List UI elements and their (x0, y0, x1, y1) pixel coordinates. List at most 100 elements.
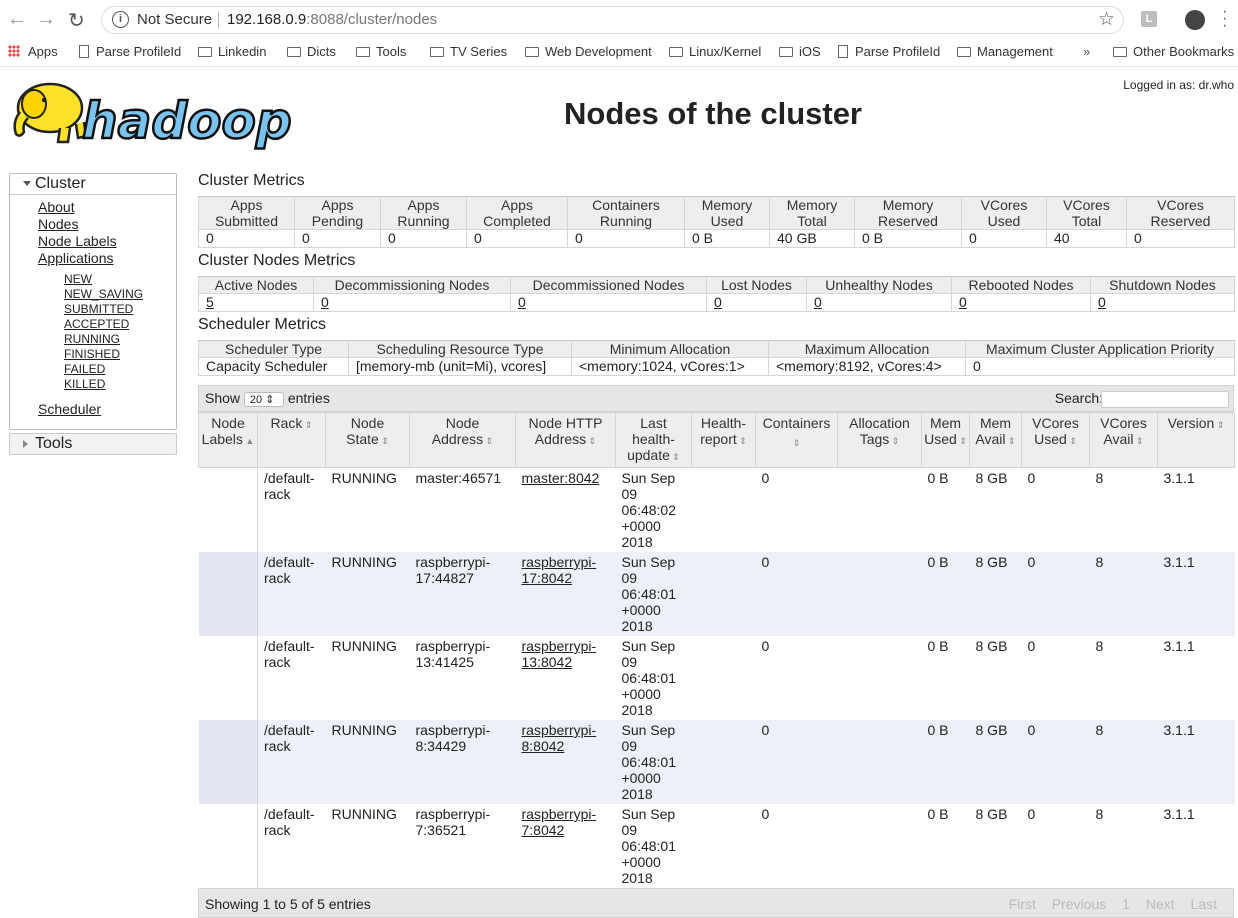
bookmark-item[interactable]: Management (957, 44, 1053, 59)
decommissioning-nodes-link[interactable]: 0 (321, 294, 329, 310)
back-arrow-icon[interactable]: ← (7, 8, 27, 31)
cell-rack: /default-rack (257, 552, 326, 636)
bookmark-item[interactable]: iOS (779, 44, 821, 59)
pager-last-button[interactable]: Last (1191, 896, 1217, 912)
rebooted-nodes-link[interactable]: 0 (959, 294, 967, 310)
node-http-link[interactable]: raspberrypi- 13:8042 (522, 638, 597, 670)
cell-vcores-avail: 8 (1095, 470, 1104, 486)
elephant-logo-icon: hadoop (13, 82, 293, 151)
sidebar-app-state-new-saving[interactable]: NEW_SAVING (64, 287, 143, 301)
node-http-link[interactable]: master:8042 (522, 470, 600, 486)
bookmark-item[interactable]: Dicts (287, 44, 336, 59)
sidebar-app-state-accepted[interactable]: ACCEPTED (64, 317, 129, 331)
bookmark-item[interactable]: Linkedin (198, 44, 266, 59)
bookmark-item[interactable]: TV Series (430, 44, 507, 59)
column-header: Scheduler Type (198, 340, 349, 358)
column-header-allocation-tags[interactable]: Allocation Tags ⇕ (837, 412, 922, 468)
pager-next-button[interactable]: Next (1146, 896, 1175, 912)
extension-icon[interactable]: L (1141, 11, 1157, 27)
column-header: Memory Reserved (854, 196, 962, 230)
sidebar-app-state-failed[interactable]: FAILED (64, 362, 105, 376)
metric-value: 0 (380, 229, 467, 248)
cell-mem-used: 0 B (921, 552, 970, 636)
profile-avatar[interactable] (1185, 10, 1205, 30)
table-row: Capacity Scheduler [memory-mb (unit=Mi),… (198, 357, 1235, 376)
bookmark-item[interactable]: Linux/Kernel (669, 44, 761, 59)
cell-rack: /default-rack (257, 720, 326, 804)
sidebar-app-state-finished[interactable]: FINISHED (64, 347, 120, 361)
sidebar-app-state-killed[interactable]: KILLED (64, 377, 105, 391)
column-header-containers[interactable]: Containers ⇕ (755, 412, 838, 468)
bookmark-item[interactable]: Parse ProfileId (838, 44, 940, 59)
unhealthy-nodes-link[interactable]: 0 (814, 294, 822, 310)
svg-text:hadoop: hadoop (82, 92, 292, 150)
column-header-mem-used[interactable]: Mem Used ⇕ (921, 412, 970, 468)
column-header-vcores-avail[interactable]: VCores Avail ⇕ (1089, 412, 1158, 468)
menu-dots-icon[interactable]: · · · (1222, 4, 1227, 34)
column-header: Maximum Cluster Application Priority (965, 340, 1235, 358)
column-header-node-state[interactable]: Node State ⇕ (325, 412, 410, 468)
node-http-link[interactable]: raspberrypi- 8:8042 (522, 722, 597, 754)
column-header-node-http-address[interactable]: Node HTTP Address ⇕ (515, 412, 616, 468)
bookmark-item[interactable]: Web Development (525, 44, 652, 59)
column-header-rack[interactable]: Rack ⇕ (257, 412, 326, 468)
cell-mem-used: 0 B (927, 806, 949, 822)
node-http-link[interactable]: raspberrypi- 17:8042 (522, 554, 597, 586)
cell-vcores-used: 0 (1021, 552, 1090, 636)
bookmark-other[interactable]: Other Bookmarks (1113, 44, 1234, 59)
search-input[interactable] (1101, 391, 1229, 408)
table-row: /default-rack RUNNING raspberrypi- 8:34429 r… (198, 720, 1235, 804)
column-header: Unhealthy Nodes (806, 276, 952, 294)
info-icon[interactable]: i (112, 11, 129, 28)
sidebar-item-node-labels[interactable]: Node Labels (38, 233, 117, 249)
column-header-node-address[interactable]: Node Address ⇕ (409, 412, 516, 468)
entries-select[interactable]: 20 ⇕ (243, 392, 284, 407)
sidebar-tools[interactable]: Tools (9, 433, 177, 455)
bookmark-item[interactable]: Parse ProfileId (79, 44, 181, 59)
sidebar-item-about[interactable]: About (38, 199, 75, 215)
bookmark-apps[interactable]: Apps (8, 44, 58, 59)
bookmarks-overflow-button[interactable]: » (1083, 44, 1090, 59)
column-header-node-labels[interactable]: Node Labels ▲ (198, 412, 258, 468)
sidebar-app-state-submitted[interactable]: SUBMITTED (64, 302, 133, 316)
sort-icon: ⇕ (736, 436, 747, 446)
table-footer: Showing 1 to 5 of 5 entries First Previo… (198, 888, 1234, 918)
sidebar-cluster-header[interactable]: Cluster (10, 174, 176, 195)
column-header-version[interactable]: Version ⇕ (1157, 412, 1235, 468)
sidebar-item-applications[interactable]: Applications (38, 250, 114, 266)
cell-node-http-address: raspberrypi- 13:8042 (516, 636, 616, 720)
column-header-mem-avail[interactable]: Mem Avail ⇕ (969, 412, 1022, 468)
url-text[interactable]: 192.168.0.9:8088/cluster/nodes (227, 11, 437, 28)
pager-first-button[interactable]: First (1009, 896, 1036, 912)
metric-value: 0 B (684, 229, 770, 248)
bookmark-star-icon[interactable]: ☆ (1098, 8, 1115, 31)
cell-rack: /default-rack (264, 638, 315, 670)
hadoop-logo[interactable]: hadoop (10, 78, 310, 155)
shutdown-nodes-link[interactable]: 0 (1098, 294, 1106, 310)
cell-containers: 0 (761, 806, 770, 822)
pager-page-1-button[interactable]: 1 (1122, 896, 1130, 912)
forward-arrow-icon[interactable]: → (36, 8, 56, 31)
pager-previous-button[interactable]: Previous (1052, 896, 1106, 912)
cell-node-state: RUNNING (331, 806, 397, 822)
sidebar-item-nodes[interactable]: Nodes (38, 216, 78, 232)
active-nodes-link[interactable]: 5 (206, 294, 214, 310)
metric-value: <memory:8192, vCores:4> (768, 357, 966, 376)
lost-nodes-link[interactable]: 0 (714, 294, 722, 310)
cell-health-report (692, 804, 756, 888)
metric-value: 40 GB (769, 229, 855, 248)
bookmark-item[interactable]: Tools (356, 44, 406, 59)
reload-icon[interactable]: ↻ (68, 8, 85, 33)
sort-icon: ⇕ (889, 436, 900, 446)
metric-value: 0 (198, 229, 295, 248)
sidebar-app-state-running[interactable]: RUNNING (64, 332, 120, 346)
decommissioned-nodes-link[interactable]: 0 (518, 294, 526, 310)
cell-last-health-update: Sun Sep 09 06:48:02 +0000 2018 (621, 470, 677, 550)
column-header-last-health-update[interactable]: Last health-update ⇕ (615, 412, 692, 468)
sidebar-app-state-new[interactable]: NEW (64, 272, 92, 286)
column-header-vcores-used[interactable]: VCores Used ⇕ (1021, 412, 1090, 468)
node-http-link[interactable]: raspberrypi- 7:8042 (522, 806, 597, 838)
address-bar[interactable]: i Not Secure 192.168.0.9:8088/cluster/no… (101, 6, 1124, 34)
sidebar-item-scheduler[interactable]: Scheduler (38, 401, 101, 417)
column-header-health-report[interactable]: Health-report ⇕ (691, 412, 756, 468)
